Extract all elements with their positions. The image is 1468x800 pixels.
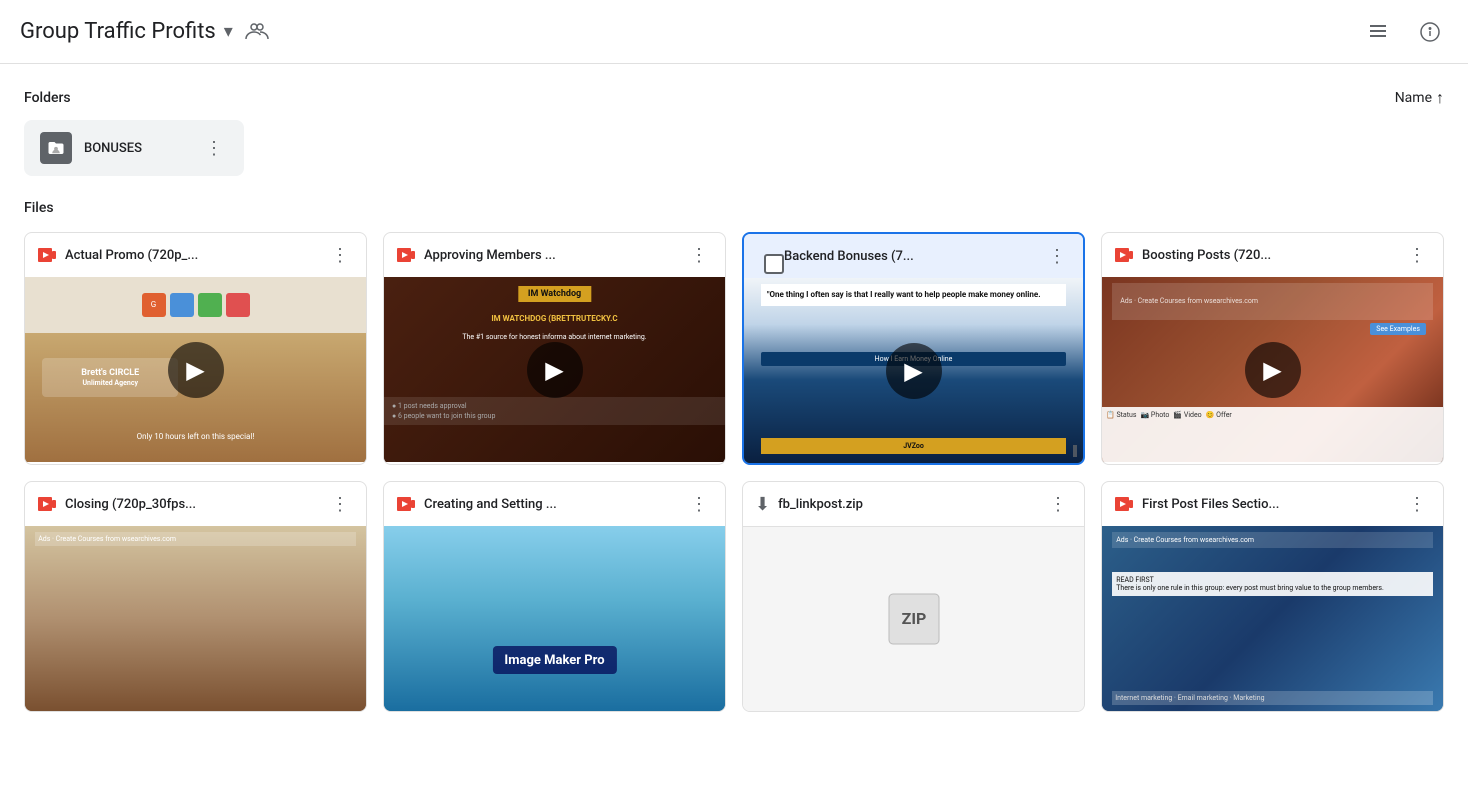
file-name: fb_linkpost.zip [778,497,863,512]
file-name: Actual Promo (720p_... [65,248,198,263]
file-title-row: Closing (720p_30fps... [37,494,318,514]
file-title-row: Approving Members ... [396,245,677,265]
file-thumbnail: IM Watchdog IM WATCHDOG (BRETTRUTECKY.C … [384,277,725,462]
file-fb-linkpost[interactable]: ⬇ fb_linkpost.zip ⋮ ZIP [742,481,1085,712]
svg-text:ZIP: ZIP [901,609,926,628]
sort-name-label: Name [1395,90,1432,106]
video-file-icon [396,494,416,514]
folder-person-icon [40,132,72,164]
file-name: Backend Bonuses (7... [784,249,914,264]
play-button[interactable]: ▶ [886,343,942,399]
file-name: Approving Members ... [424,248,556,263]
file-first-post[interactable]: First Post Files Sectio... ⋮ Ads · Creat… [1101,481,1444,712]
folders-label: Folders [24,90,71,106]
file-more-button[interactable]: ⋮ [685,490,713,518]
file-thumbnail: ZIP [743,526,1084,711]
file-title-row: First Post Files Sectio... [1114,494,1395,514]
video-file-icon [37,494,57,514]
play-button[interactable]: ▶ [527,342,583,398]
file-header: Boosting Posts (720... ⋮ [1102,233,1443,277]
file-header: ⬇ fb_linkpost.zip ⋮ [743,482,1084,526]
video-file-icon [1114,494,1134,514]
list-view-button[interactable] [1360,14,1396,50]
file-header: Creating and Setting ... ⋮ [384,482,725,526]
file-header: Actual Promo (720p_... ⋮ [25,233,366,277]
file-name: Boosting Posts (720... [1142,248,1271,263]
file-backend-bonuses[interactable]: Backend Bonuses (7... ⋮ "One thing I oft… [742,232,1085,465]
folders-row: BONUSES ⋮ [24,120,1444,176]
file-header: Approving Members ... ⋮ [384,233,725,277]
file-actual-promo[interactable]: Actual Promo (720p_... ⋮ G [24,232,367,465]
file-creating-setting[interactable]: Creating and Setting ... ⋮ Image Maker P… [383,481,726,712]
file-boosting-posts[interactable]: Boosting Posts (720... ⋮ Ads · Create Co… [1101,232,1444,465]
file-header: First Post Files Sectio... ⋮ [1102,482,1443,526]
file-thumbnail: Ads · Create Courses from wsearchives.co… [1102,277,1443,462]
zip-file-icon: ⬇ [755,494,770,515]
thumb-inner: ZIP [743,527,1084,711]
file-thumbnail: G Brett's CIRCLEUnlimited Agency Only 10… [25,277,366,462]
people-icon[interactable] [241,16,273,48]
file-more-button[interactable]: ⋮ [1044,490,1072,518]
file-more-button[interactable]: ⋮ [326,490,354,518]
files-label: Files [24,200,54,216]
title-dropdown-icon[interactable]: ▾ [224,21,233,42]
folders-section-header: Folders Name ↑ [24,88,1444,108]
file-more-button[interactable]: ⋮ [1403,490,1431,518]
folder-bonuses-name: BONUSES [84,141,188,156]
file-header: Closing (720p_30fps... ⋮ [25,482,366,526]
main-content: Folders Name ↑ BONUSES ⋮ Files [0,64,1468,728]
file-thumbnail: "One thing I often say is that I really … [744,278,1083,463]
file-more-button[interactable]: ⋮ [1403,241,1431,269]
file-approving-members[interactable]: Approving Members ... ⋮ IM Watchdog IM W… [383,232,726,465]
header: Group Traffic Profits ▾ [0,0,1468,64]
file-more-button[interactable]: ⋮ [685,241,713,269]
cursor-indicator [1073,445,1077,457]
video-file-icon [396,245,416,265]
file-more-button[interactable]: ⋮ [1043,242,1071,270]
file-title-row: Creating and Setting ... [396,494,677,514]
folder-more-button[interactable]: ⋮ [200,134,228,162]
file-checkbox[interactable] [764,254,784,274]
thumb-inner: Ads · Create Courses from wsearchives.co… [25,526,366,711]
sort-arrow-icon: ↑ [1436,88,1444,108]
file-thumbnail: Image Maker Pro [384,526,725,711]
file-thumbnail: Ads · Create Courses from wsearchives.co… [1102,526,1443,711]
file-closing[interactable]: Closing (720p_30fps... ⋮ Ads · Create Co… [24,481,367,712]
play-button[interactable]: ▶ [168,342,224,398]
app-title: Group Traffic Profits [20,19,216,44]
file-title-row: Backend Bonuses (7... [756,246,1035,266]
header-left: Group Traffic Profits ▾ [20,16,273,48]
folder-bonuses[interactable]: BONUSES ⋮ [24,120,244,176]
file-name: Creating and Setting ... [424,497,557,512]
files-section-header: Files [24,200,1444,216]
file-title-row: ⬇ fb_linkpost.zip [755,494,1036,515]
file-name: First Post Files Sectio... [1142,497,1279,512]
info-button[interactable] [1412,14,1448,50]
thumb-inner: Image Maker Pro [384,526,725,711]
file-more-button[interactable]: ⋮ [326,241,354,269]
files-grid: Actual Promo (720p_... ⋮ G [24,232,1444,712]
video-file-icon [37,245,57,265]
file-thumbnail: Ads · Create Courses from wsearchives.co… [25,526,366,711]
zip-icon-large: ZIP [884,589,944,649]
thumb-inner: Ads · Create Courses from wsearchives.co… [1102,526,1443,711]
file-name: Closing (720p_30fps... [65,497,196,512]
video-file-icon [1114,245,1134,265]
file-header: Backend Bonuses (7... ⋮ [744,234,1083,278]
sort-control[interactable]: Name ↑ [1395,88,1444,108]
file-title-row: Actual Promo (720p_... [37,245,318,265]
header-right [1360,14,1448,50]
file-title-row: Boosting Posts (720... [1114,245,1395,265]
play-button[interactable]: ▶ [1245,342,1301,398]
